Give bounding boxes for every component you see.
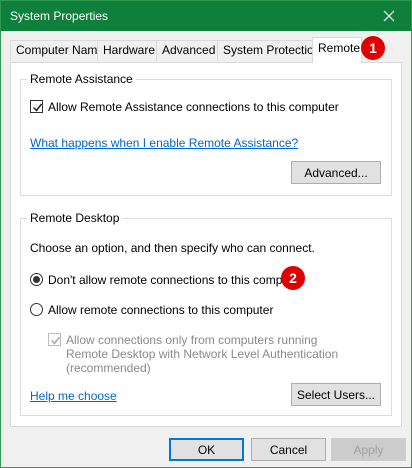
- tab-label: Remote: [318, 41, 361, 55]
- remote-desktop-group: Remote Desktop Choose an option, and the…: [20, 211, 392, 416]
- nla-label: Allow connections only from computers ru…: [66, 333, 339, 375]
- checkmark-icon: [50, 336, 61, 345]
- tab-label: Hardware: [103, 43, 156, 57]
- annotation-badge-2: 2: [281, 266, 305, 290]
- remote-assistance-help-link[interactable]: What happens when I enable Remote Assist…: [30, 136, 298, 150]
- allow-remote-assistance-label[interactable]: Allow Remote Assistance connections to t…: [48, 100, 339, 114]
- checkmark-icon: [32, 103, 43, 112]
- advanced-button[interactable]: Advanced...: [291, 161, 381, 184]
- annotation-badge-1: 1: [361, 36, 385, 60]
- group-title: Remote Desktop: [27, 211, 123, 225]
- ok-button[interactable]: OK: [169, 438, 244, 461]
- tab-computer-name[interactable]: Computer Name: [10, 40, 104, 61]
- tab-advanced[interactable]: Advanced: [156, 40, 218, 61]
- allow-remote-radio[interactable]: [30, 303, 43, 316]
- dont-allow-remote-label[interactable]: Don't allow remote connections to this c…: [48, 273, 303, 287]
- help-me-choose-link[interactable]: Help me choose: [30, 389, 117, 403]
- tab-label: Advanced: [162, 43, 216, 57]
- remote-assistance-group: Remote Assistance Allow Remote Assistanc…: [20, 72, 392, 196]
- title-bar[interactable]: System Properties: [1, 1, 411, 31]
- close-icon[interactable]: [367, 1, 411, 31]
- tab-hardware[interactable]: Hardware: [97, 40, 157, 61]
- remote-desktop-instruction: Choose an option, and then specify who c…: [30, 241, 315, 255]
- group-title: Remote Assistance: [27, 72, 136, 86]
- window-title: System Properties: [10, 9, 109, 23]
- tab-label: Computer Name: [16, 43, 105, 57]
- nla-checkbox[interactable]: [48, 333, 61, 346]
- tab-remote[interactable]: Remote: [312, 37, 362, 63]
- allow-remote-assistance-checkbox[interactable]: [30, 100, 43, 113]
- tab-strip: Computer Name Hardware Advanced System P…: [1, 31, 411, 63]
- allow-remote-label[interactable]: Allow remote connections to this compute…: [48, 303, 273, 317]
- select-users-button[interactable]: Select Users...: [291, 383, 381, 406]
- dont-allow-remote-radio[interactable]: [30, 273, 43, 286]
- cancel-button[interactable]: Cancel: [251, 438, 326, 461]
- apply-button[interactable]: Apply: [331, 438, 406, 461]
- system-properties-window: System Properties Computer Name Hardware…: [0, 0, 412, 468]
- remote-tab-panel: Remote Assistance Allow Remote Assistanc…: [10, 62, 402, 427]
- tab-label: System Protection: [223, 43, 321, 57]
- tab-system-protection[interactable]: System Protection: [217, 40, 320, 61]
- radio-selected-dot: [33, 276, 40, 283]
